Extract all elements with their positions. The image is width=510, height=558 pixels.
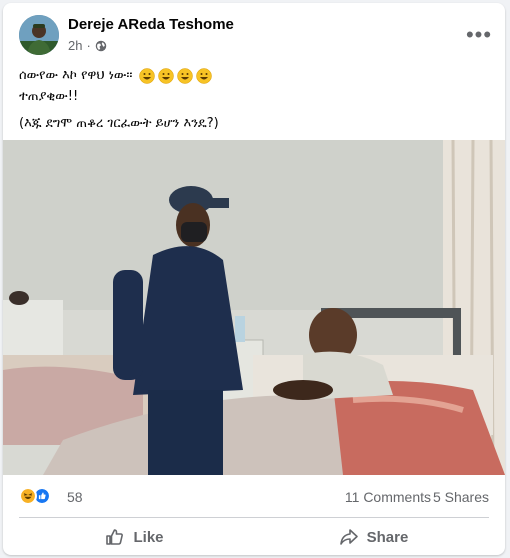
share-label: Share	[366, 528, 409, 546]
avatar[interactable]	[19, 15, 59, 55]
post-header: Dereje AReda Teshome 2h · •••	[3, 3, 505, 65]
globe-icon	[95, 40, 107, 51]
comments-count-link[interactable]: 11 Comments	[345, 489, 431, 505]
share-arrow-icon	[339, 529, 358, 545]
grinning-face-icon	[176, 67, 193, 84]
like-button[interactable]: Like	[15, 521, 254, 553]
more-options-glyph: •••	[465, 22, 493, 47]
post-stats: 58 11 Comments 5 Shares	[3, 475, 505, 517]
post-text-line-1: ሰውየው እኮ የዋህ ነው፡፡	[19, 65, 489, 86]
thumbs-up-icon	[106, 529, 124, 545]
post-text-line-2: ተጠያቂው!!	[19, 89, 79, 104]
reaction-icons[interactable]	[19, 487, 51, 505]
shares-count-link[interactable]: 5 Shares	[433, 489, 489, 505]
more-options-icon[interactable]: •••	[463, 19, 495, 51]
post-meta: 2h ·	[68, 38, 107, 53]
post-photo[interactable]	[3, 140, 505, 475]
post-card: Dereje AReda Teshome 2h · ••• ሰውየው እኮ የዋ…	[3, 3, 505, 555]
like-label: Like	[133, 528, 164, 546]
share-button[interactable]: Share	[254, 521, 493, 553]
actions-divider	[19, 517, 489, 518]
reaction-count[interactable]: 58	[67, 489, 83, 505]
haha-reaction-icon	[19, 487, 37, 505]
hospital-visit-photo	[3, 140, 505, 475]
post-time[interactable]: 2h	[68, 38, 82, 53]
author-name[interactable]: Dereje AReda Teshome	[68, 16, 234, 33]
post-text-line-1-content: ሰውየው እኮ የዋህ ነው፡፡	[19, 68, 133, 83]
post-actions: Like Share	[15, 521, 493, 553]
meta-separator: ·	[86, 38, 91, 53]
grinning-face-icon	[138, 67, 155, 84]
grinning-face-icon	[157, 67, 174, 84]
post-text-line-3: (እጁ ደግሞ ጠቆረ ገርፈውት ይሆን እንዴ?)	[19, 116, 219, 131]
post-text: ሰውየው እኮ የዋህ ነው፡፡ ተጠያቂው!! (እጁ ደግሞ ጠቆረ ገርፈ…	[19, 65, 489, 134]
emoji-row	[138, 67, 212, 84]
grinning-face-icon	[195, 67, 212, 84]
